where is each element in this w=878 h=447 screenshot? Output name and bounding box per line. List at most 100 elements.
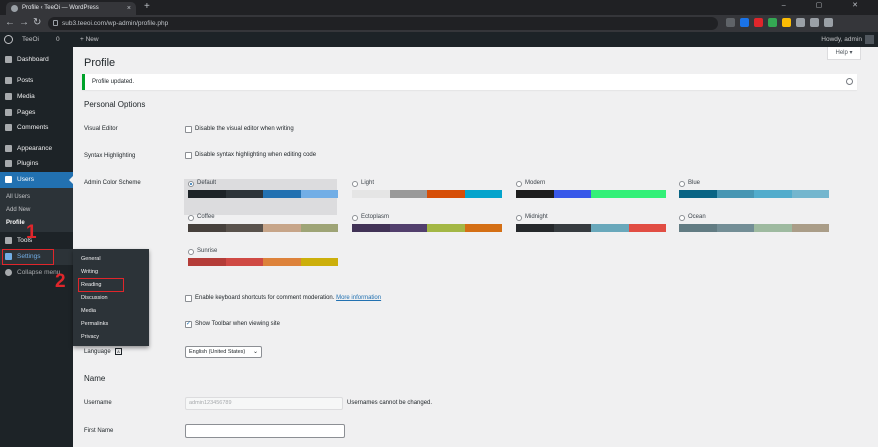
color-swatch: [188, 224, 226, 232]
sidebar-item-label: Media: [17, 93, 35, 100]
forward-icon[interactable]: →: [19, 17, 29, 28]
visual-editor-label: Visual Editor: [84, 126, 118, 132]
admin-sidebar: Dashboard Posts Media Pages Comments App…: [0, 47, 73, 447]
browser-toolbar: ← → ↻ sub3.teeoi.com/wp-admin/profile.ph…: [0, 15, 878, 32]
window-controls[interactable]: – ▢ ✕: [782, 1, 872, 9]
radio-button[interactable]: [516, 215, 522, 221]
users-icon: [5, 176, 12, 183]
wordpress-logo-icon[interactable]: [4, 35, 13, 44]
color-swatch: [553, 224, 591, 232]
sidebar-item-pages[interactable]: Pages: [0, 105, 73, 121]
color-scheme-name: Sunrise: [197, 248, 218, 254]
sidebar-item-appearance[interactable]: Appearance: [0, 141, 73, 157]
extension-icon[interactable]: [782, 18, 791, 27]
sidebar-item-label: Dashboard: [17, 56, 49, 63]
color-swatch: [791, 224, 829, 232]
sidebar-item-plugins[interactable]: Plugins: [0, 156, 73, 172]
extension-icon[interactable]: [768, 18, 777, 27]
color-scheme-option[interactable]: Sunrise: [184, 247, 338, 283]
color-scheme-option[interactable]: Ectoplasm: [348, 213, 502, 249]
wrench-icon: [5, 237, 12, 244]
color-scheme-name: Ectoplasm: [361, 214, 390, 220]
sidebar-item-media[interactable]: Media: [0, 89, 73, 105]
sidebar-item-dashboard[interactable]: Dashboard: [0, 52, 73, 68]
color-swatch: [464, 190, 502, 198]
success-notice: Profile updated.: [82, 74, 857, 90]
back-icon[interactable]: ←: [5, 17, 15, 28]
help-button[interactable]: Help ▾: [827, 47, 861, 60]
dismiss-icon[interactable]: [846, 78, 853, 85]
radio-button[interactable]: [516, 181, 522, 187]
more-information-link[interactable]: More information: [336, 295, 381, 301]
radio-button[interactable]: [679, 181, 685, 187]
color-scheme-name: Light: [361, 180, 375, 186]
keyboard-shortcuts-checkbox[interactable]: [185, 295, 192, 302]
first-name-input[interactable]: [185, 424, 345, 438]
radio-button[interactable]: [679, 215, 685, 221]
notice-text: Profile updated.: [92, 79, 135, 85]
howdy-account[interactable]: Howdy, admin: [821, 32, 862, 47]
color-swatch: [300, 258, 338, 266]
color-swatch: [754, 190, 792, 198]
sidebar-item-posts[interactable]: Posts: [0, 73, 73, 89]
color-scheme-option[interactable]: Modern: [512, 179, 666, 215]
color-scheme-option[interactable]: Coffee: [184, 213, 338, 249]
chevron-down-icon: ⌄: [252, 349, 258, 355]
browser-tab[interactable]: Profile ‹ TeeOi — WordPress ×: [6, 2, 136, 15]
color-swatch: [389, 224, 427, 232]
step-2-annotation: 2: [55, 271, 66, 292]
syntax-highlighting-checkbox[interactable]: [185, 152, 192, 159]
color-swatch: [716, 224, 754, 232]
submenu-add-new[interactable]: Add New: [0, 207, 73, 213]
language-label: Language: [84, 349, 111, 355]
comments-count[interactable]: 0: [56, 32, 60, 47]
radio-button[interactable]: [352, 215, 358, 221]
color-swatch: [516, 190, 554, 198]
name-heading: Name: [84, 374, 106, 383]
extension-icon[interactable]: [754, 18, 763, 27]
browser-tab-bar: Profile ‹ TeeOi — WordPress × + – ▢ ✕: [0, 0, 878, 15]
new-tab-button[interactable]: +: [144, 1, 150, 12]
sidebar-item-comments[interactable]: Comments: [0, 120, 73, 136]
radio-button[interactable]: [188, 215, 194, 221]
color-swatch: [427, 224, 465, 232]
color-scheme-label: Admin Color Scheme: [84, 180, 141, 186]
reload-icon[interactable]: ↻: [33, 17, 41, 28]
address-bar[interactable]: sub3.teeoi.com/wp-admin/profile.php: [48, 17, 718, 30]
color-scheme-option[interactable]: Light: [348, 179, 502, 215]
pin-icon: [5, 77, 12, 84]
collapse-icon: [5, 269, 12, 276]
color-scheme-option[interactable]: Blue: [675, 179, 829, 215]
tab-title: Profile ‹ TeeOi — WordPress: [22, 5, 99, 11]
visual-editor-checkbox[interactable]: [185, 126, 192, 133]
extension-icon[interactable]: [726, 18, 735, 27]
radio-button[interactable]: [352, 181, 358, 187]
comment-icon: [5, 124, 12, 131]
color-scheme-option[interactable]: Default: [184, 179, 338, 215]
color-scheme-option[interactable]: Ocean: [675, 213, 829, 249]
dashboard-icon: [5, 56, 12, 63]
tab-close-icon[interactable]: ×: [127, 2, 131, 15]
sidebar-item-label: Pages: [17, 109, 36, 116]
radio-button[interactable]: [188, 249, 194, 255]
site-name-link[interactable]: TeeOi: [22, 32, 39, 47]
sidebar-item-users[interactable]: Users: [0, 172, 73, 188]
show-toolbar-checkbox[interactable]: [185, 320, 192, 328]
submenu-all-users[interactable]: All Users: [0, 194, 73, 200]
wp-admin-bar: TeeOi 0 + New Howdy, admin: [0, 32, 878, 47]
avatar[interactable]: [865, 35, 874, 44]
page-title: Profile: [84, 57, 116, 69]
sidebar-item-label: Plugins: [17, 160, 39, 167]
brush-icon: [5, 145, 12, 152]
extension-icon[interactable]: [740, 18, 749, 27]
menu-icon[interactable]: [824, 18, 833, 27]
color-scheme-option[interactable]: Midnight: [512, 213, 666, 249]
new-content-link[interactable]: + New: [80, 32, 99, 47]
color-swatch: [628, 224, 666, 232]
language-select[interactable]: English (United States) ⌄: [185, 346, 262, 358]
puzzle-icon[interactable]: [796, 18, 805, 27]
media-icon: [5, 93, 12, 100]
profile-icon[interactable]: [810, 18, 819, 27]
radio-button[interactable]: [188, 181, 194, 187]
color-scheme-name: Ocean: [688, 214, 706, 220]
